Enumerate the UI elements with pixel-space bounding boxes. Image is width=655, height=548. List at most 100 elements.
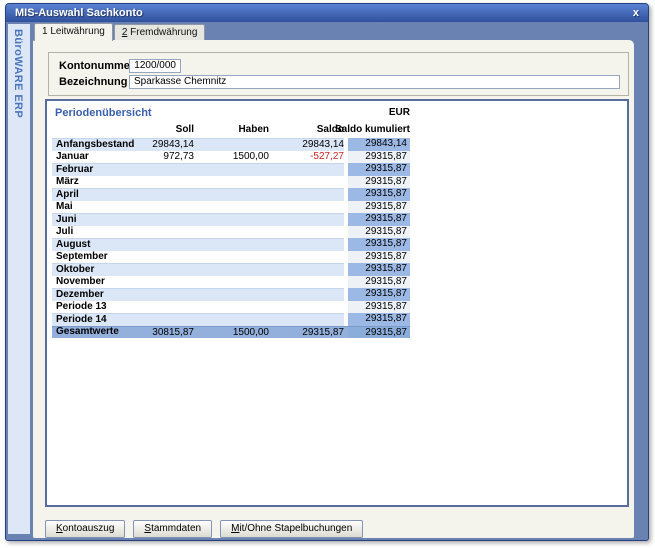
- saldo-cell: [269, 238, 344, 251]
- tab-bar: 1 Leitwährung 2 Fremdwährung: [33, 23, 634, 40]
- table-row[interactable]: Gesamtwerte30815,871500,0029315,8729315,…: [52, 326, 410, 339]
- table-row[interactable]: Oktober29315,87: [52, 263, 410, 276]
- saldo-kumuliert-cell: 29315,87: [348, 327, 410, 339]
- table-row[interactable]: September 29315,87: [52, 251, 410, 264]
- saldo-kumuliert-cell: 29315,87: [348, 313, 410, 326]
- saldo-kumuliert-cell: 29315,87: [348, 251, 410, 264]
- saldo-kumuliert-cell: 29315,87: [348, 176, 410, 189]
- table-row[interactable]: Juni 29315,87: [52, 213, 410, 226]
- haben-cell: [194, 226, 269, 239]
- tab-leitwaehrung[interactable]: 1 Leitwährung: [34, 23, 113, 41]
- saldo-cell: [269, 313, 344, 326]
- period-label: September: [52, 251, 138, 264]
- brand-strip: BüroWARE ERP: [8, 24, 30, 534]
- saldo-cell: [269, 288, 344, 301]
- kontonummer-input[interactable]: [129, 59, 181, 73]
- saldo-cell: 29315,87: [269, 327, 344, 339]
- soll-cell: 30815,87: [138, 327, 194, 339]
- soll-cell: [138, 313, 194, 326]
- soll-cell: [138, 288, 194, 301]
- soll-cell: [138, 201, 194, 214]
- haben-cell: [194, 276, 269, 289]
- saldo-cell: [269, 188, 344, 201]
- table-row[interactable]: Mai29315,87: [52, 201, 410, 214]
- table-row[interactable]: Juli29315,87: [52, 226, 410, 239]
- table-row[interactable]: März 29315,87: [52, 176, 410, 189]
- period-label: Juni: [52, 213, 138, 226]
- saldo-cell: [269, 251, 344, 264]
- saldo-kumuliert-cell: 29315,87: [348, 276, 410, 289]
- soll-cell: [138, 213, 194, 226]
- kontonummer-label: Kontonummer: [59, 60, 129, 72]
- window-title: MIS-Auswahl Sachkonto: [15, 7, 143, 19]
- period-label: Oktober: [52, 263, 138, 276]
- saldo-cell: -527,27: [269, 151, 344, 164]
- soll-cell: 972,73: [138, 151, 194, 164]
- period-label: August: [52, 238, 138, 251]
- soll-cell: [138, 263, 194, 276]
- soll-cell: [138, 188, 194, 201]
- stammdaten-button[interactable]: Stammdaten: [133, 520, 212, 538]
- column-header-saldo: Saldo: [269, 124, 344, 135]
- soll-cell: [138, 238, 194, 251]
- column-header-row: Soll Haben Saldo Saldo kumuliert: [52, 121, 410, 137]
- saldo-cell: [269, 263, 344, 276]
- haben-cell: [194, 238, 269, 251]
- table-row[interactable]: Februar 29315,87: [52, 163, 410, 176]
- period-label: März: [52, 176, 138, 189]
- saldo-cell: [269, 301, 344, 314]
- table-row[interactable]: April 29315,87: [52, 188, 410, 201]
- period-label: Periode 14: [52, 313, 138, 326]
- table-row[interactable]: Periode 14 29315,87: [52, 313, 410, 326]
- close-icon[interactable]: x: [633, 8, 639, 19]
- currency-label: EUR: [389, 107, 410, 121]
- saldo-cell: [269, 213, 344, 226]
- table-row[interactable]: Januar972,731500,00-527,2729315,87: [52, 151, 410, 164]
- kontonummer-row: Kontonummer: [59, 58, 620, 73]
- period-label: Dezember: [52, 288, 138, 301]
- period-label: Periode 13: [52, 301, 138, 314]
- period-label: April: [52, 188, 138, 201]
- table-row[interactable]: August 29315,87: [52, 238, 410, 251]
- period-label: Februar: [52, 163, 138, 176]
- period-label: Januar: [52, 151, 138, 164]
- table-title: Periodenübersicht: [55, 107, 152, 121]
- bezeichnung-label: Bezeichnung: [59, 76, 129, 88]
- table-row[interactable]: Anfangsbestand29843,1429843,1429843,14: [52, 138, 410, 151]
- bezeichnung-input[interactable]: [129, 75, 620, 89]
- saldo-kumuliert-cell: 29315,87: [348, 201, 410, 214]
- soll-cell: [138, 251, 194, 264]
- stapelbuchungen-button[interactable]: Mit/Ohne Stapelbuchungen: [220, 520, 363, 538]
- column-header-haben: Haben: [194, 124, 269, 135]
- main-area: 1 Leitwährung 2 Fremdwährung Kontonummer…: [33, 23, 634, 533]
- saldo-cell: [269, 163, 344, 176]
- haben-cell: [194, 288, 269, 301]
- dialog-window: MIS-Auswahl Sachkonto x BüroWARE ERP 1 L…: [5, 3, 649, 541]
- haben-cell: [194, 176, 269, 189]
- soll-cell: [138, 276, 194, 289]
- content-panel: Kontonummer Bezeichnung Periodenübersich…: [33, 40, 634, 538]
- table-head-line: Periodenübersicht EUR: [52, 107, 410, 121]
- table-row[interactable]: Dezember 29315,87: [52, 288, 410, 301]
- saldo-kumuliert-cell: 29315,87: [348, 288, 410, 301]
- kontoauszug-button[interactable]: Kontoauszug: [45, 520, 125, 538]
- table-row[interactable]: November 29315,87: [52, 276, 410, 289]
- soll-cell: 29843,14: [138, 138, 194, 151]
- haben-cell: 1500,00: [194, 151, 269, 164]
- column-header-soll: Soll: [52, 124, 194, 135]
- soll-cell: [138, 301, 194, 314]
- tab-fremdwaehrung[interactable]: 2 Fremdwährung: [114, 24, 206, 40]
- saldo-kumuliert-cell: 29315,87: [348, 238, 410, 251]
- soll-cell: [138, 226, 194, 239]
- saldo-kumuliert-cell: 29843,14: [348, 138, 410, 151]
- haben-cell: [194, 313, 269, 326]
- titlebar[interactable]: MIS-Auswahl Sachkonto x: [6, 4, 648, 22]
- period-label: November: [52, 276, 138, 289]
- saldo-kumuliert-cell: 29315,87: [348, 213, 410, 226]
- haben-cell: [194, 163, 269, 176]
- saldo-kumuliert-cell: 29315,87: [348, 163, 410, 176]
- table-row[interactable]: Periode 1329315,87: [52, 301, 410, 314]
- saldo-kumuliert-cell: 29315,87: [348, 188, 410, 201]
- haben-cell: 1500,00: [194, 327, 269, 339]
- brand-vertical-label: BüroWARE ERP: [12, 24, 24, 118]
